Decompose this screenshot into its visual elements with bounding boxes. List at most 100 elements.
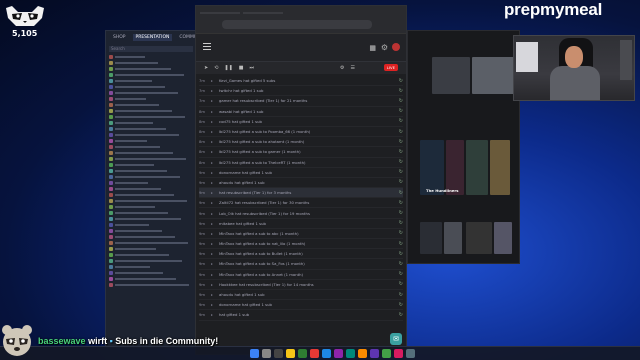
feed-row[interactable]: 9m ▸ MInTaxx hat gifted a sub to abc (1 mo… xyxy=(199,229,403,239)
chevron-right-icon[interactable]: ▸ xyxy=(211,241,219,246)
menu-icon[interactable] xyxy=(203,43,211,50)
replay-icon[interactable]: ↻ xyxy=(395,108,403,114)
list-item[interactable] xyxy=(106,282,196,288)
feed-row[interactable]: 8m ▸ wasabi hat gifted 1 sub ↻ xyxy=(199,107,403,117)
replay-icon[interactable]: ↻ xyxy=(395,118,403,124)
feed-row[interactable]: 9m ▸ mitabee hat gifted 1 sub ↻ xyxy=(199,219,403,229)
feed-row[interactable]: 9m ▸ MInTaxx hat gifted a sub to Bullet (1… xyxy=(199,249,403,260)
feed-row[interactable]: 8m ▸ lbl275 hat gifted a sub to ahotamt (1… xyxy=(199,137,403,148)
chevron-right-icon[interactable]: ▸ xyxy=(211,109,219,114)
feed-row[interactable]: 8m ▸ lbl275 hat gifted a sub to TheIceRT (… xyxy=(199,158,403,168)
settings-icon[interactable]: ⚙ xyxy=(340,65,344,71)
taskbar-app-icon[interactable] xyxy=(298,349,307,358)
feed-row[interactable]: 9m ▸ MInTaxx hat gifted a sub to Sa_Fos (1… xyxy=(199,259,403,270)
replay-icon[interactable]: ↻ xyxy=(395,302,403,308)
chevron-right-icon[interactable]: ▸ xyxy=(211,98,219,103)
left-search-field[interactable]: Search xyxy=(109,46,193,52)
browser-tab[interactable] xyxy=(243,12,283,14)
chevron-right-icon[interactable]: ▸ xyxy=(211,78,219,83)
chevron-right-icon[interactable]: ▸ xyxy=(211,200,219,205)
taskbar-app-icon[interactable] xyxy=(334,349,343,358)
show-thumbnail[interactable] xyxy=(420,140,444,195)
taskbar-app-icon[interactable] xyxy=(274,349,283,358)
replay-icon[interactable]: ↻ xyxy=(395,220,403,226)
feed-row[interactable]: 9m ▸ hat resubscribed (Tier 1) for 3 month… xyxy=(199,188,403,199)
chevron-right-icon[interactable]: ▸ xyxy=(211,139,219,144)
grid-icon[interactable]: ▦ xyxy=(369,44,376,52)
replay-icon[interactable]: ↻ xyxy=(395,200,403,206)
show-thumbnail[interactable] xyxy=(490,140,510,195)
replay-icon[interactable]: ↻ xyxy=(395,169,403,175)
taskbar-app-icon[interactable] xyxy=(382,349,391,358)
taskbar-app-icon[interactable] xyxy=(310,349,319,358)
taskbar-app-icon[interactable] xyxy=(406,349,415,358)
replay-icon[interactable]: ↻ xyxy=(395,261,403,267)
filter-icon[interactable]: ☰ xyxy=(351,65,355,71)
taskbar-app-icon[interactable] xyxy=(394,349,403,358)
chevron-right-icon[interactable]: ▸ xyxy=(211,88,219,93)
feed-row[interactable]: 9m ▸ Lob_Oik hat resubscribed (Tier 1) for… xyxy=(199,208,403,219)
chevron-right-icon[interactable]: ▸ xyxy=(211,149,219,154)
taskbar-app-icon[interactable] xyxy=(250,349,259,358)
replay-icon[interactable]: ↻ xyxy=(395,230,403,236)
feed-row[interactable]: 9m ▸ ahoudu hat gifted 1 sub ↻ xyxy=(199,178,403,189)
feed-row[interactable]: 9m ▸ Hookkkee hat resubscribed (Tier 1) fo… xyxy=(199,280,403,290)
taskbar-app-icon[interactable] xyxy=(322,349,331,358)
feed-row[interactable]: 8m ▸ lbl275 hat gifted a sub to Poomba_66 … xyxy=(199,127,403,138)
chevron-right-icon[interactable]: ▸ xyxy=(211,261,219,266)
show-thumbnail[interactable] xyxy=(432,57,470,94)
replay-icon[interactable]: ↻ xyxy=(395,312,403,318)
chevron-right-icon[interactable]: ▸ xyxy=(211,272,219,277)
chevron-right-icon[interactable]: ▸ xyxy=(211,119,219,124)
replay-icon[interactable]: ⟲ xyxy=(214,65,218,71)
chevron-right-icon[interactable]: ▸ xyxy=(211,180,219,185)
replay-icon[interactable]: ↻ xyxy=(395,159,403,165)
show-thumbnail[interactable] xyxy=(444,222,462,254)
browser-tab[interactable] xyxy=(200,12,240,14)
replay-icon[interactable]: ↻ xyxy=(395,98,403,104)
feed-row[interactable]: 9m ▸ donorname hat gifted 1 sub ↻ xyxy=(199,300,403,311)
pause-icon[interactable]: ❚❚ xyxy=(224,65,232,71)
feed-row[interactable]: 9m ▸ MInTaxx hat gifted a sub to nat_lilo … xyxy=(199,239,403,250)
feed-row[interactable]: 9m ▸ hat gifted 1 sub ↻ xyxy=(199,310,403,321)
replay-icon[interactable]: ↻ xyxy=(395,281,403,287)
tab-shop[interactable]: SHOP xyxy=(110,34,129,41)
feed-row[interactable]: 9m ▸ ahoudu hat gifted 1 sub ↻ xyxy=(199,290,403,301)
send-icon[interactable]: ➤ xyxy=(204,65,208,71)
gear-icon[interactable]: ⚙ xyxy=(381,43,388,52)
chat-button[interactable]: ✉ xyxy=(390,333,402,345)
chevron-right-icon[interactable]: ▸ xyxy=(211,292,219,297)
chevron-right-icon[interactable]: ▸ xyxy=(211,231,219,236)
show-thumbnail[interactable]: The Hundliners xyxy=(426,140,464,195)
replay-icon[interactable]: ↻ xyxy=(395,88,403,94)
chevron-right-icon[interactable]: ▸ xyxy=(211,170,219,175)
taskbar-app-icon[interactable] xyxy=(370,349,379,358)
taskbar-app-icon[interactable] xyxy=(358,349,367,358)
show-thumbnail[interactable] xyxy=(420,222,442,254)
taskbar-app-icon[interactable] xyxy=(262,349,271,358)
chevron-right-icon[interactable]: ▸ xyxy=(211,221,219,226)
show-thumbnail[interactable] xyxy=(494,222,512,254)
chevron-right-icon[interactable]: ▸ xyxy=(211,251,219,256)
stop-icon[interactable]: ■ xyxy=(239,65,244,71)
skip-icon[interactable]: ⏭ xyxy=(250,65,255,71)
chevron-right-icon[interactable]: ▸ xyxy=(211,211,219,216)
replay-icon[interactable]: ↻ xyxy=(395,139,403,145)
taskbar-app-icon[interactable] xyxy=(286,349,295,358)
feed-row[interactable]: 8m ▸ lbl275 hat gifted a sub to gamer (1 m… xyxy=(199,147,403,158)
replay-icon[interactable]: ↻ xyxy=(395,271,403,277)
url-bar[interactable] xyxy=(222,20,372,29)
tab-presentation[interactable]: PRESENTATION xyxy=(132,34,173,41)
feed-row[interactable]: 9m ▸ donorname hat gifted 1 sub ↻ xyxy=(199,168,403,178)
chevron-right-icon[interactable]: ▸ xyxy=(211,302,219,307)
replay-icon[interactable]: ↻ xyxy=(395,78,403,84)
feed-row[interactable]: 8m ▸ cod75 hat gifted 1 sub ↻ xyxy=(199,117,403,127)
replay-icon[interactable]: ↻ xyxy=(395,190,403,196)
chevron-right-icon[interactable]: ▸ xyxy=(211,282,219,287)
feed-row[interactable]: 9m ▸ MInTaxx hat gifted a sub to Annet (1 … xyxy=(199,270,403,280)
replay-icon[interactable]: ↻ xyxy=(395,241,403,247)
show-thumbnail[interactable] xyxy=(466,222,492,254)
replay-icon[interactable]: ↻ xyxy=(395,251,403,257)
chevron-right-icon[interactable]: ▸ xyxy=(211,190,219,195)
show-thumbnail[interactable] xyxy=(472,57,516,94)
